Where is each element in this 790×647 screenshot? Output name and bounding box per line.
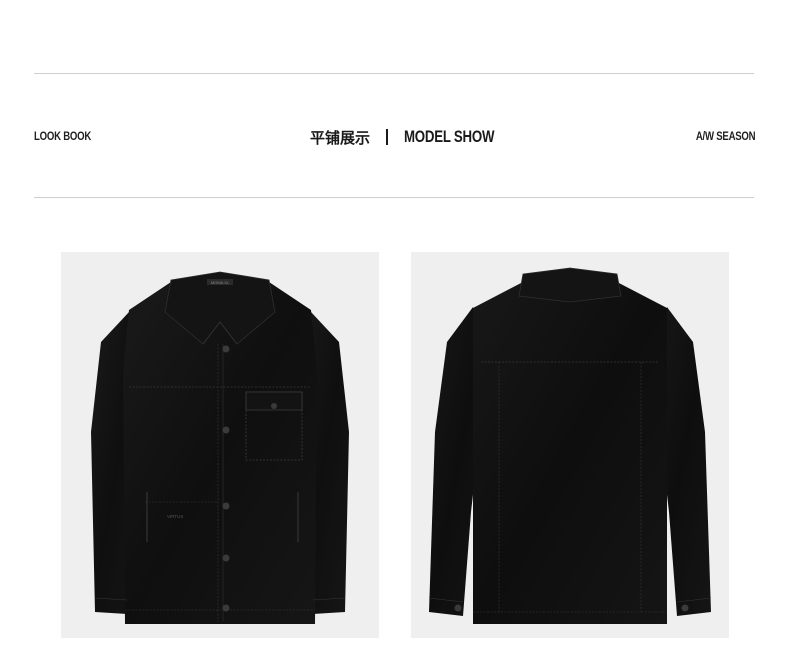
svg-text:VIRTUS: VIRTUS xyxy=(167,514,183,519)
bottom-divider xyxy=(34,197,754,198)
title-chinese: 平铺展示 xyxy=(310,128,371,147)
title-english: MODEL SHOW xyxy=(404,127,495,146)
product-image-front: MOMA XL VIRTUS xyxy=(61,252,379,638)
look-book-label: LOOK BOOK xyxy=(34,129,92,143)
jacket-front-illustration: MOMA XL VIRTUS xyxy=(91,271,349,624)
product-image-back xyxy=(411,252,729,638)
section-title: 平铺展示 MODEL SHOW xyxy=(310,126,520,148)
svg-text:MOMA XL: MOMA XL xyxy=(211,280,230,285)
season-label: A/W SEASON xyxy=(695,129,756,143)
jacket-back-illustration xyxy=(428,267,712,624)
title-separator xyxy=(386,129,389,145)
top-divider xyxy=(34,73,754,74)
section-header: LOOK BOOK 平铺展示 MODEL SHOW A/W SEASON xyxy=(34,126,755,148)
